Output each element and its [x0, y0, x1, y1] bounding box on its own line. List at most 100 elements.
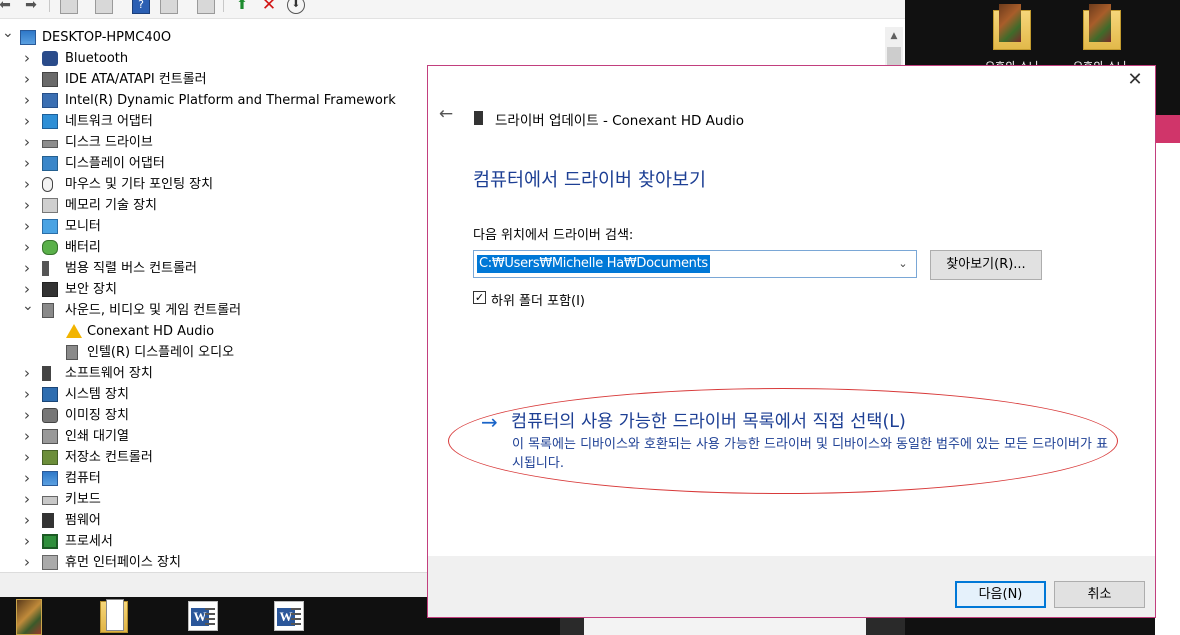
keyboard-icon — [42, 496, 58, 505]
close-icon[interactable]: ✕ — [1125, 70, 1145, 90]
tree-item[interactable]: ⌄ DESKTOP-HPMC40O — [0, 27, 880, 48]
chevron-right-icon[interactable]: › — [22, 384, 32, 405]
search-location-label: 다음 위치에서 드라이버 검색: — [473, 228, 634, 243]
show-hidden-icon[interactable] — [160, 0, 178, 14]
usb-icon — [42, 261, 49, 276]
scan-icon[interactable]: ⬇ — [287, 0, 305, 14]
warning-icon — [66, 324, 82, 338]
tree-item-label: 사운드, 비디오 및 게임 컨트롤러 — [65, 303, 242, 318]
forward-arrow-icon[interactable]: ➡ — [22, 0, 40, 14]
background-window-accent — [1155, 115, 1180, 143]
storage-icon — [42, 450, 58, 465]
chevron-right-icon[interactable]: › — [22, 531, 32, 552]
imaging-icon — [42, 408, 58, 423]
network-icon — [42, 114, 58, 129]
security-icon — [42, 282, 58, 297]
chevron-right-icon[interactable]: › — [22, 405, 32, 426]
chevron-right-icon[interactable]: › — [22, 48, 32, 69]
tree-item-label: 배터리 — [65, 240, 101, 255]
chevron-right-icon[interactable]: › — [22, 363, 32, 384]
folder-icon[interactable] — [94, 599, 134, 635]
update-driver-icon[interactable]: ⬆ — [233, 0, 251, 14]
chevron-right-icon[interactable]: › — [22, 195, 32, 216]
chevron-down-icon[interactable]: ⌄ — [22, 296, 34, 317]
tree-item-label: 펌웨어 — [65, 513, 101, 528]
include-subfolders-label[interactable]: 하위 폴더 포함(I) — [491, 290, 585, 309]
computer-icon — [42, 471, 58, 486]
chevron-right-icon[interactable]: › — [22, 111, 32, 132]
chevron-right-icon[interactable]: › — [22, 510, 32, 531]
chevron-down-icon[interactable]: ⌄ — [894, 254, 912, 274]
display-icon — [42, 156, 58, 171]
right-arrow-icon[interactable]: → — [481, 411, 498, 433]
monitor-icon — [42, 219, 58, 234]
background-window — [1155, 115, 1180, 635]
page-heading: 컴퓨터에서 드라이버 찾아보기 — [473, 170, 707, 191]
scroll-up-icon[interactable]: ▲ — [885, 27, 903, 45]
help-icon[interactable]: ? — [132, 0, 150, 14]
chevron-right-icon[interactable]: › — [22, 174, 32, 195]
tree-item-label: 키보드 — [65, 492, 101, 507]
tree-item-label: Bluetooth — [65, 51, 129, 66]
dialog-header: ← 드라이버 업데이트 - Conexant HD Audio — [428, 96, 1155, 142]
tree-item-label: 범용 직렬 버스 컨트롤러 — [65, 261, 197, 276]
chevron-right-icon[interactable]: › — [22, 447, 32, 468]
next-button[interactable]: 다음(N) — [955, 581, 1046, 608]
toolbar-separator — [49, 0, 50, 12]
chevron-right-icon[interactable]: › — [22, 153, 32, 174]
tree-item-label: 인쇄 대기열 — [65, 429, 129, 444]
driver-path-combobox[interactable]: C:₩Users₩Michelle Ha₩Documents ⌄ — [473, 250, 917, 278]
chevron-down-icon[interactable]: ⌄ — [2, 27, 14, 44]
mouse-icon — [42, 177, 53, 192]
chevron-right-icon[interactable]: › — [22, 216, 32, 237]
disk-icon — [42, 140, 58, 148]
battery-icon — [42, 240, 58, 255]
word-icon[interactable]: W — [270, 599, 310, 635]
chevron-right-icon[interactable]: › — [22, 468, 32, 489]
tree-item-label: 컴퓨터 — [65, 471, 101, 486]
tree-item-label: Intel(R) Dynamic Platform and Thermal Fr… — [65, 93, 396, 108]
ide-icon — [42, 72, 58, 87]
tree-item-label: 디스크 드라이브 — [65, 135, 153, 150]
photo-thumbnail-icon[interactable] — [6, 599, 46, 635]
tree-item-label: 마우스 및 기타 포인팅 장치 — [65, 177, 214, 192]
chevron-right-icon[interactable]: › — [22, 132, 32, 153]
tree-item-label: 인텔(R) 디스플레이 오디오 — [87, 345, 235, 360]
properties-icon[interactable] — [60, 0, 78, 14]
back-arrow-icon[interactable]: ← — [436, 104, 456, 124]
chevron-right-icon[interactable]: › — [22, 237, 32, 258]
desktop-folder-icon[interactable] — [1083, 4, 1121, 50]
tree-item-label: Conexant HD Audio — [87, 324, 215, 339]
tree-item-label: 소프트웨어 장치 — [65, 366, 153, 381]
tree-item-label: 보안 장치 — [65, 282, 117, 297]
browse-button[interactable]: 찾아보기(R)... — [930, 250, 1042, 280]
word-icon[interactable]: W — [184, 599, 224, 635]
intel-icon — [42, 93, 58, 108]
sound-icon — [42, 303, 54, 318]
driver-path-value[interactable]: C:₩Users₩Michelle Ha₩Documents — [477, 255, 710, 273]
hid-icon — [42, 555, 58, 570]
bluetooth-icon — [42, 51, 58, 66]
chevron-right-icon[interactable]: › — [22, 552, 32, 572]
desktop-folder-icon[interactable] — [993, 4, 1031, 50]
tree-item-label: 이미징 장치 — [65, 408, 129, 423]
chevron-right-icon[interactable]: › — [22, 489, 32, 510]
cancel-button[interactable]: 취소 — [1054, 581, 1145, 608]
chevron-right-icon[interactable]: › — [22, 426, 32, 447]
view-icon[interactable] — [95, 0, 113, 14]
firmware-icon — [42, 513, 54, 528]
computer-icon — [20, 30, 36, 45]
chevron-right-icon[interactable]: › — [22, 258, 32, 279]
chevron-right-icon[interactable]: › — [22, 69, 32, 90]
monitor-icon[interactable] — [197, 0, 215, 14]
chevron-right-icon[interactable]: › — [22, 90, 32, 111]
dialog-footer: 다음(N) 취소 — [428, 556, 1155, 617]
uninstall-icon[interactable]: ✕ — [260, 0, 278, 14]
memory-icon — [42, 198, 58, 213]
tree-item-label: IDE ATA/ATAPI 컨트롤러 — [65, 72, 207, 87]
pick-from-list-title[interactable]: 컴퓨터의 사용 가능한 드라이버 목록에서 직접 선택(L) — [511, 411, 906, 433]
include-subfolders-checkbox[interactable]: ✓ — [473, 291, 486, 304]
dialog-title: 드라이버 업데이트 - Conexant HD Audio — [495, 113, 745, 129]
back-arrow-icon[interactable]: ⬅ — [0, 0, 14, 14]
system-icon — [42, 387, 58, 402]
